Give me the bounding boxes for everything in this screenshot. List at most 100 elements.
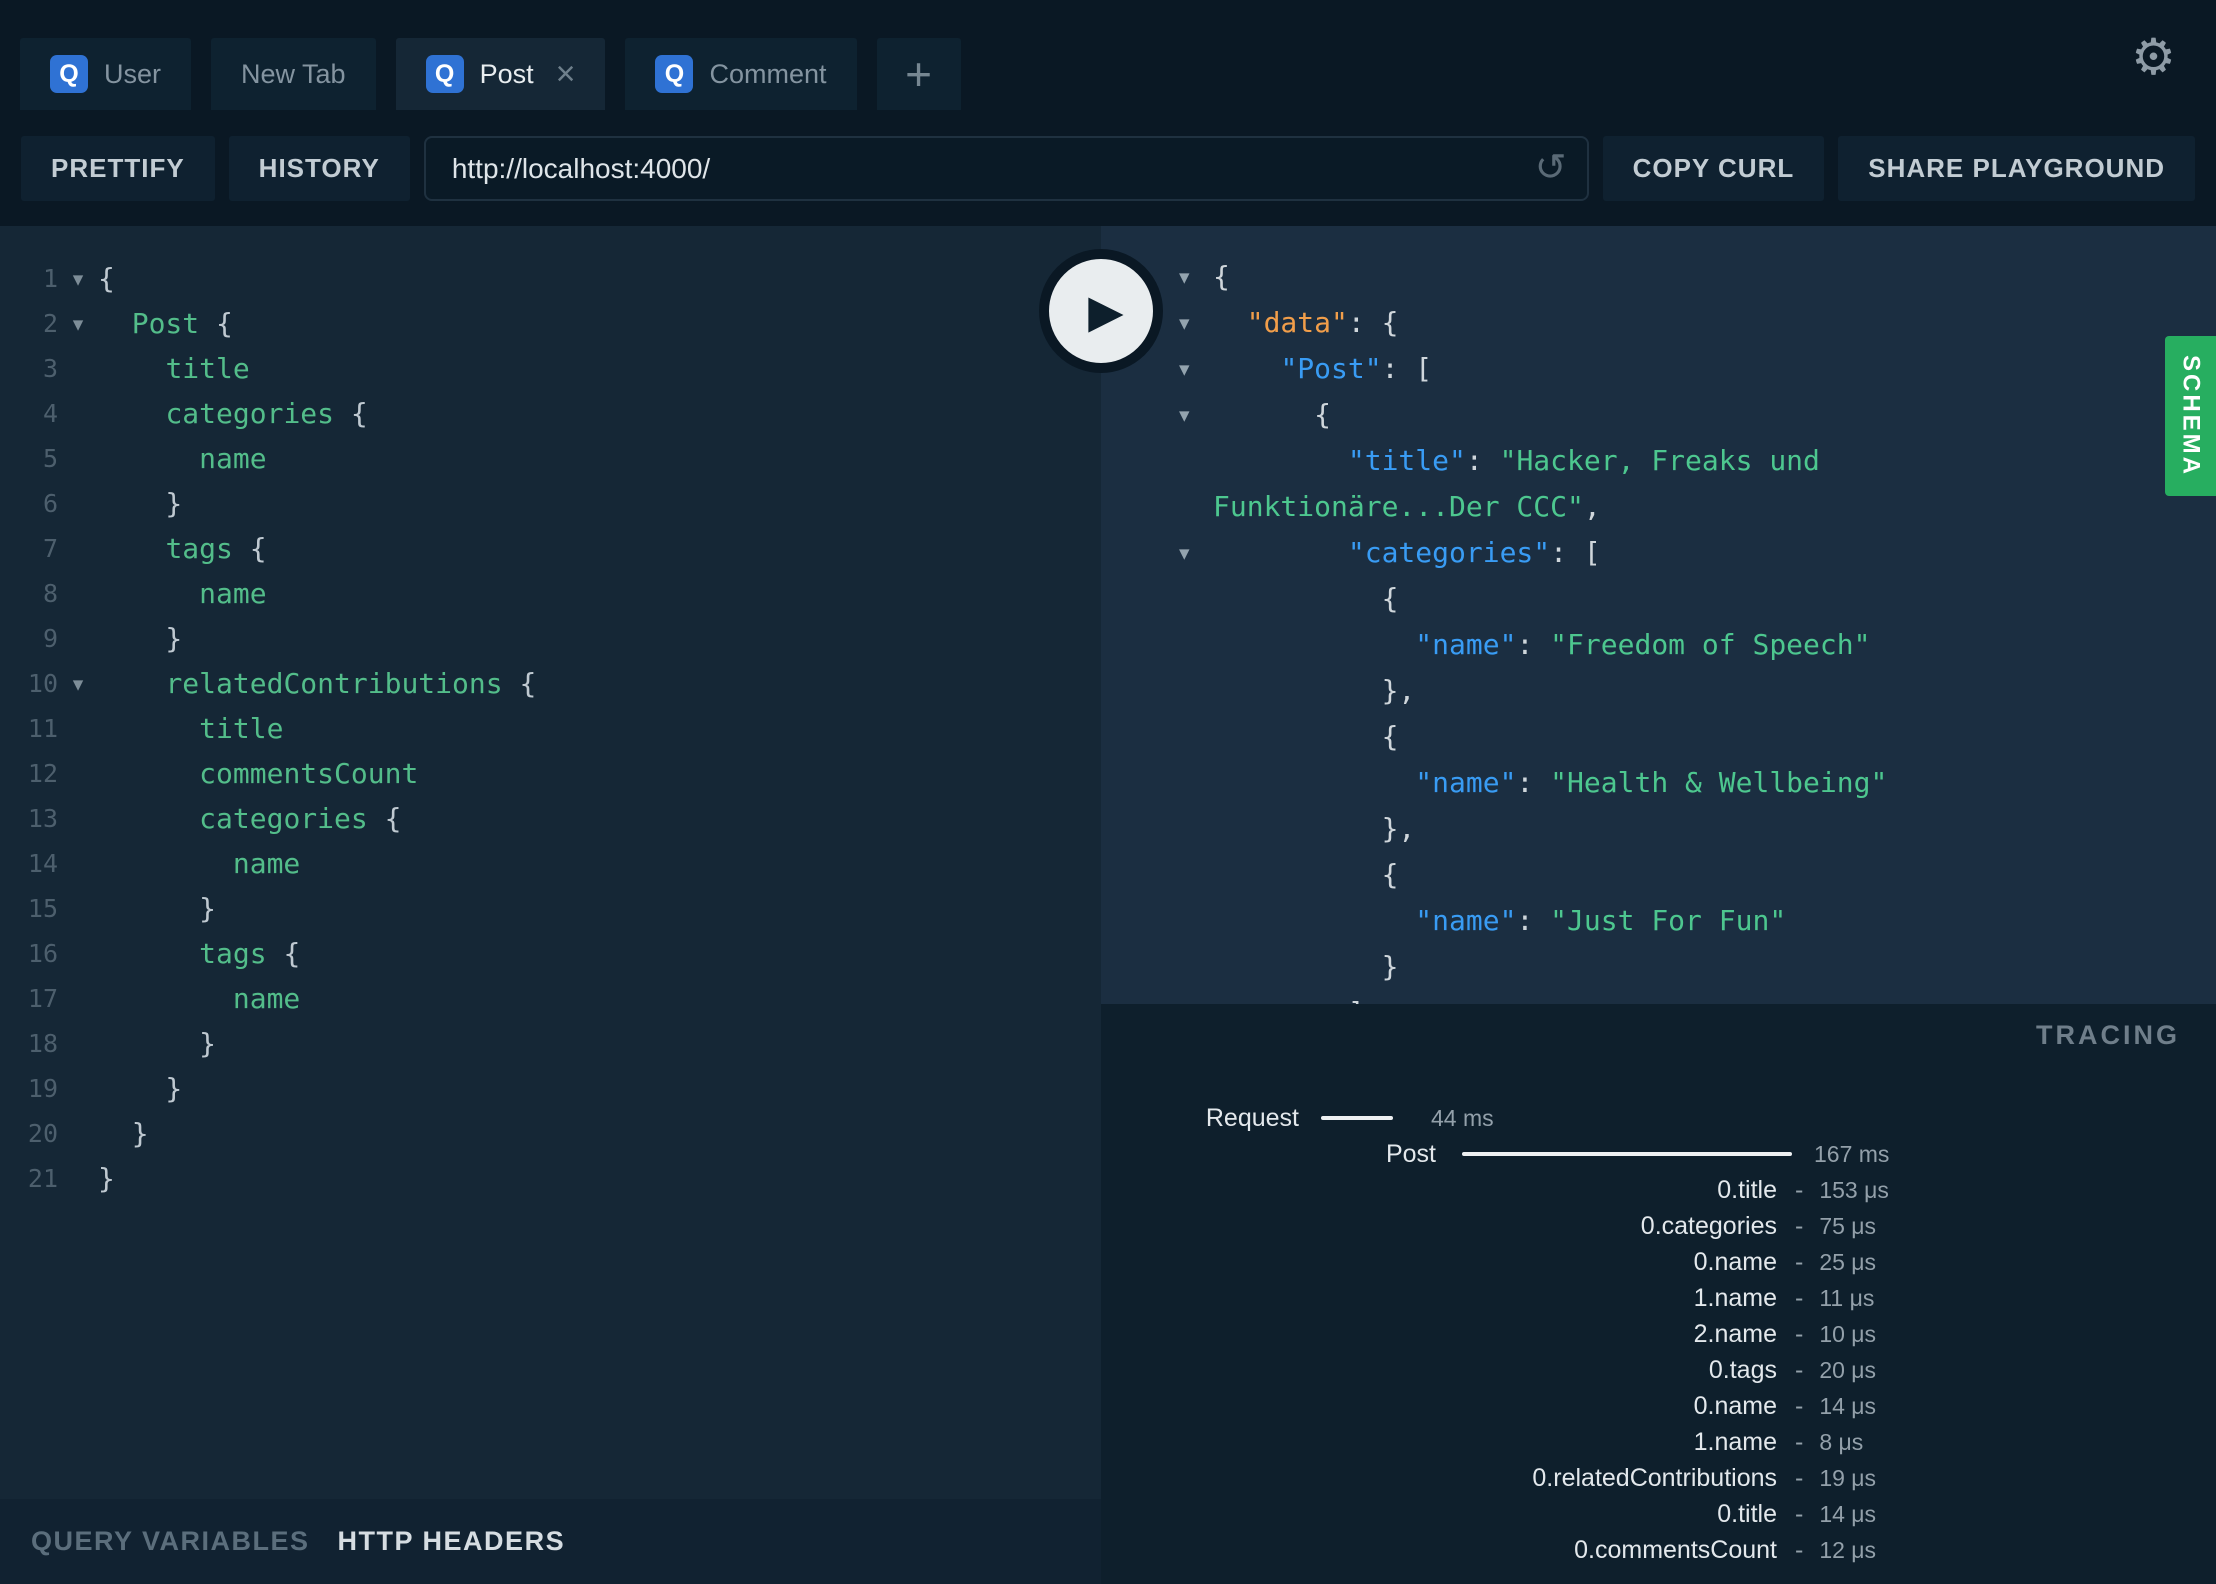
code-text: } — [98, 1162, 115, 1195]
tracing-label: 0.tags — [1708, 1355, 1777, 1384]
tracing-label: Request — [1205, 1103, 1299, 1132]
tracing-panel: TRACING Request 44 ms Post 167 ms 0.title -15… — [1101, 1004, 2216, 1584]
response-text: { — [1213, 254, 2093, 300]
response-text: } — [1213, 944, 2093, 990]
query-line: 12 commentsCount — [0, 751, 1101, 796]
response-text: }, — [1213, 668, 2093, 714]
token: { — [199, 307, 233, 340]
token: title — [165, 352, 250, 385]
tracing-dash: - — [1795, 1175, 1804, 1204]
token: name — [232, 847, 301, 880]
token: } — [98, 622, 183, 655]
token: } — [98, 1027, 217, 1060]
token: "name" — [1415, 628, 1517, 661]
query-line: 11 title — [0, 706, 1101, 751]
schema-tab-button[interactable]: SCHEMA — [2165, 336, 2216, 496]
token: { — [502, 667, 537, 700]
tracing-row: 0.name -25 μs — [1101, 1244, 2216, 1280]
response-line: } — [1101, 944, 2216, 990]
tracing-row: 0.name -14 μs — [1101, 1388, 2216, 1424]
query-line: 5 name — [0, 436, 1101, 481]
response-text: { — [1213, 852, 2093, 898]
tracing-row: 1.name -8 μs — [1101, 1424, 2216, 1460]
fold-arrow-icon[interactable]: ▾ — [58, 672, 98, 696]
tracing-label: 0.name — [1693, 1391, 1777, 1420]
new-tab-button[interactable]: + — [876, 38, 961, 110]
line-number: 20 — [27, 1119, 58, 1148]
execute-button[interactable]: ▶ — [1039, 249, 1163, 373]
fold-arrow-icon — [1179, 760, 1213, 806]
fold-arrow-icon[interactable]: ▾ — [58, 312, 98, 336]
copy-curl-button[interactable]: COPY CURL — [1602, 136, 1825, 201]
tracing-dash: - — [1795, 1427, 1804, 1456]
close-icon[interactable]: × — [556, 57, 576, 91]
line-number: 3 — [42, 354, 58, 383]
tracing-row: 0.categories -75 μs — [1101, 1208, 2216, 1244]
token: { — [367, 802, 402, 835]
response-line: "name": "Freedom of Speech" — [1101, 622, 2216, 668]
history-button[interactable]: HISTORY — [228, 136, 410, 201]
fold-arrow-icon[interactable]: ▾ — [1179, 254, 1213, 300]
query-line: 1 ▾{ — [0, 256, 1101, 301]
gear-icon[interactable]: ⚙ — [2131, 32, 2176, 82]
token: : { — [1347, 306, 1399, 339]
tracing-value: 19 μs — [1819, 1464, 1877, 1491]
response-line: "title": "Hacker, Freaks und Funktionäre… — [1101, 438, 2216, 530]
response-text: "categories": [ — [1213, 530, 2093, 576]
token: tags — [199, 937, 267, 970]
fold-arrow-icon[interactable]: ▾ — [1179, 300, 1213, 346]
fold-arrow-icon — [1179, 990, 1213, 1004]
code-text: } — [98, 1072, 182, 1105]
reload-icon[interactable]: ↺ — [1535, 148, 1567, 186]
query-line: 4 categories { — [0, 391, 1101, 436]
token: } — [98, 1117, 149, 1150]
tracing-row: 0.title -14 μs — [1101, 1496, 2216, 1532]
token: name — [199, 577, 267, 610]
tab-comment[interactable]: Q Comment — [625, 38, 857, 110]
share-playground-button[interactable]: SHARE PLAYGROUND — [1838, 136, 2195, 201]
tracing-label: Post — [1385, 1139, 1436, 1168]
query-icon: Q — [655, 55, 694, 93]
token: "Post" — [1280, 352, 1382, 385]
query-variables-button[interactable]: QUERY VARIABLES — [31, 1526, 310, 1557]
tab-new-tab[interactable]: New Tab — [211, 38, 376, 110]
tracing-dash: - — [1795, 1391, 1804, 1420]
fold-arrow-icon[interactable]: ▾ — [1179, 530, 1213, 576]
token: { — [1213, 398, 1332, 431]
tab-list: Q User New Tab Q Post × Q Comment — [20, 38, 857, 110]
tracing-row: 0.tags -20 μs — [1101, 1352, 2216, 1388]
url-input[interactable] — [423, 136, 1589, 201]
token: { — [334, 397, 368, 430]
query-editor[interactable]: 1 ▾{2 ▾ Post {3 title 4 categories {5 name 6… — [0, 226, 1101, 1499]
plus-icon: + — [905, 48, 932, 100]
tracing-dash: - — [1795, 1355, 1804, 1384]
code-text: Post { — [98, 307, 233, 340]
tracing-row: 1.name -11 μs — [1101, 1280, 2216, 1316]
token: "data" — [1246, 306, 1348, 339]
tab-label: User — [104, 58, 162, 89]
token: name — [232, 982, 301, 1015]
response-line: ▾ "categories": [ — [1101, 530, 2216, 576]
token: : — [1465, 444, 1500, 477]
fold-arrow-icon[interactable]: ▾ — [1179, 346, 1213, 392]
response-line: }, — [1101, 806, 2216, 852]
tracing-value: 8 μs — [1819, 1428, 1864, 1455]
prettify-button[interactable]: PRETTIFY — [21, 136, 215, 201]
http-headers-button[interactable]: HTTP HEADERS — [338, 1526, 566, 1557]
tab-user[interactable]: Q User — [20, 38, 192, 110]
token: "Freedom of Speech" — [1550, 628, 1871, 661]
query-line: 8 name — [0, 571, 1101, 616]
line-number: 9 — [42, 624, 58, 653]
fold-arrow-icon[interactable]: ▾ — [58, 267, 98, 291]
tab-post[interactable]: Q Post × — [395, 38, 606, 110]
fold-arrow-icon[interactable]: ▾ — [1179, 392, 1213, 438]
response-text: "Post": [ — [1213, 346, 2093, 392]
tracing-row: Post 167 ms — [1101, 1136, 2216, 1172]
